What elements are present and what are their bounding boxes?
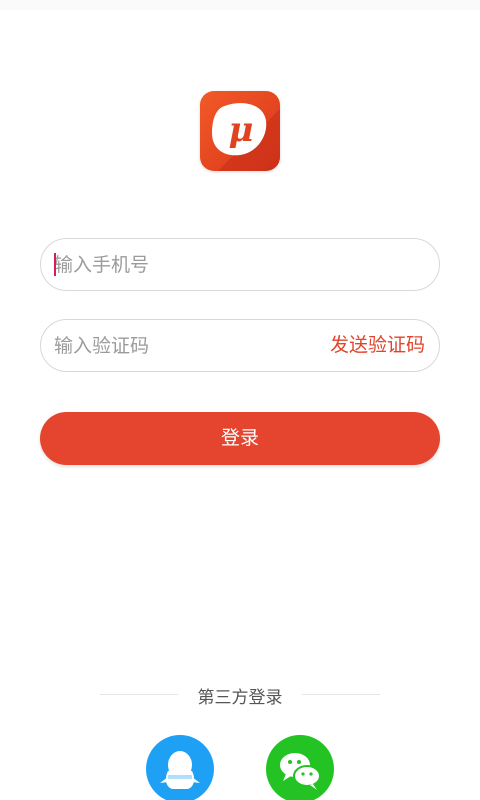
third-party-login-divider: 第三方登录 bbox=[100, 680, 380, 710]
logo-glyph: μ bbox=[229, 110, 254, 150]
login-screen: μ 发送验证码 登录 第三方登录 bbox=[0, 0, 480, 800]
qq-icon bbox=[160, 751, 200, 789]
qq-login-button[interactable] bbox=[146, 735, 214, 800]
divider-line-right bbox=[302, 694, 380, 695]
wechat-icon bbox=[280, 753, 321, 790]
wechat-login-button[interactable] bbox=[266, 735, 334, 800]
verification-code-input[interactable] bbox=[54, 320, 314, 371]
status-bar bbox=[0, 0, 480, 10]
third-party-login-title: 第三方登录 bbox=[197, 688, 283, 708]
verification-code-field[interactable]: 发送验证码 bbox=[40, 319, 440, 372]
app-logo: μ bbox=[200, 91, 280, 171]
text-cursor bbox=[54, 253, 56, 276]
phone-input[interactable] bbox=[54, 239, 314, 290]
phone-field[interactable] bbox=[40, 238, 440, 291]
login-button[interactable]: 登录 bbox=[40, 412, 440, 465]
send-code-button[interactable]: 发送验证码 bbox=[330, 320, 425, 371]
app-logo-icon: μ bbox=[200, 91, 280, 171]
